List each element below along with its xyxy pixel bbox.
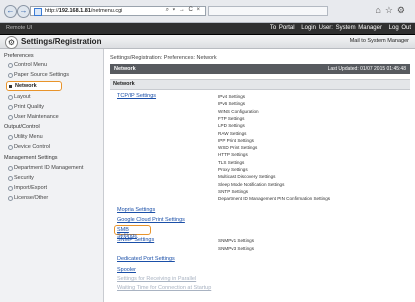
bullet-icon [9, 85, 12, 88]
tcpip-subitem: Department ID Management PIN Confirmatio… [218, 196, 331, 202]
tcpip-subitem: Multicast Discovery Settings [218, 174, 276, 180]
mopria-settings-link[interactable]: Mopria Settings [117, 207, 155, 213]
tcpip-subitem: WINS Configuration [218, 108, 259, 114]
sidebar-item-dept-id[interactable]: Department ID Management [7, 165, 83, 171]
sidebar-heading-management: Management Settings [4, 155, 58, 161]
settings-gear-icon: ⚙ [5, 36, 18, 49]
tcpip-subitem: FTP Settings [218, 115, 245, 121]
tcpip-subitem: SNTP Settings [218, 188, 249, 194]
sidebar-item-security[interactable]: Security [8, 175, 34, 181]
sidebar-item-license-other[interactable]: License/Other [7, 195, 48, 201]
tcpip-subitem: Proxy Settings [218, 167, 248, 172]
spooler-link[interactable]: Spooler [117, 267, 136, 273]
tcpip-subitem: IPv6 Settings [218, 101, 246, 107]
section-title: Network [113, 81, 135, 87]
browser-toolbar: ← → http://192.168.1.81/netmenu.cgi ⌕ ▾ … [0, 0, 415, 23]
back-icon[interactable]: ← [4, 5, 17, 18]
dedicated-port-link[interactable]: Dedicated Port Settings [117, 256, 175, 262]
sidebar-item-network[interactable]: Network [6, 81, 62, 91]
top-bar: Remote UI To Portal Login User: System M… [0, 23, 415, 35]
top-links: To Portal Login User: System Manager Log… [266, 25, 411, 31]
waiting-time-link[interactable]: Waiting Time for Connection at Startup [117, 285, 211, 291]
login-user: Login User: System Manager [301, 25, 382, 31]
title-bar: ⚙ Settings/Registration Mail to System M… [0, 35, 415, 49]
smb-settings-link[interactable]: SMB Settings [114, 225, 151, 239]
sidebar-heading-output-control: Output/Control [4, 124, 40, 130]
sidebar-heading-preferences: Preferences [4, 53, 34, 59]
tcpip-subitem: LPD Settings [218, 123, 245, 129]
logout-link[interactable]: Log Out [389, 25, 411, 31]
breadcrumb: Settings/Registration: Preferences: Netw… [110, 55, 217, 61]
tcpip-subitem: IPP Print Settings [218, 137, 254, 143]
receiving-parallel-link[interactable]: Settings for Receiving in Parallel [117, 276, 196, 282]
browser-tools-icon[interactable]: ⌂☆⚙ [375, 5, 409, 16]
sidebar-item-import-export[interactable]: Import/Export [7, 185, 47, 191]
tcpip-subitem: TLS Settings [218, 159, 245, 165]
sidebar-item-utility-menu[interactable]: Utility Menu [8, 134, 43, 140]
main-content: Settings/Registration: Preferences: Netw… [106, 49, 415, 302]
browser-tab[interactable] [208, 6, 328, 16]
sidebar-item-print-quality[interactable]: Print Quality [8, 104, 44, 110]
tcpip-settings-link[interactable]: TCP/IP Settings [117, 93, 156, 99]
sidebar-item-device-control[interactable]: Device Control [7, 144, 50, 150]
snmpv1-settings: SNMPv1 Settings [218, 238, 254, 243]
snmp-settings-link[interactable]: SNMP Settings [117, 237, 154, 243]
sidebar-item-layout[interactable]: Layout [8, 94, 31, 100]
sidebar-item-network-label: Network [15, 83, 37, 89]
tcpip-subitem: RAW Settings [218, 130, 247, 136]
tcpip-subitem: Sleep Mode Notification Settings [218, 181, 285, 187]
content-header: Network Last Updated: 01/07 2015 01:45:4… [110, 64, 410, 74]
address-controls-icon[interactable]: ⌕ ▾ → C × [166, 7, 201, 14]
tcpip-subitem: WSD Print Settings [218, 145, 258, 151]
page-icon [34, 8, 42, 16]
last-updated: Last Updated: 01/07 2015 01:45:48 [327, 66, 406, 72]
sidebar-item-user-maintenance[interactable]: User Maintenance [8, 114, 59, 120]
address-bar[interactable]: http://192.168.1.81/netmenu.cgi ⌕ ▾ → C … [30, 6, 206, 16]
mail-to-admin-link[interactable]: Mail to System Manager [350, 38, 409, 44]
section-header: Network [110, 79, 410, 90]
tcpip-subitem: HTTP Settings [218, 152, 248, 158]
forward-icon[interactable]: → [17, 5, 30, 18]
google-cloud-print-link[interactable]: Google Cloud Print Settings [117, 217, 185, 223]
to-portal-link[interactable]: To Portal [270, 25, 295, 31]
sidebar: Preferences Control Menu Paper Source Se… [0, 49, 104, 302]
address-url: http://192.168.1.81/netmenu.cgi [45, 8, 123, 14]
snmpv3-settings: SNMPv3 Settings [218, 246, 254, 251]
tcpip-subitem: IPv4 Settings [218, 94, 246, 99]
sidebar-item-paper-source[interactable]: Paper Source Settings [7, 72, 69, 78]
device-name: Remote UI [6, 25, 33, 31]
content-header-title: Network [114, 66, 136, 72]
page-title: Settings/Registration [21, 37, 102, 46]
sidebar-item-control-menu[interactable]: Control Menu [7, 62, 47, 68]
